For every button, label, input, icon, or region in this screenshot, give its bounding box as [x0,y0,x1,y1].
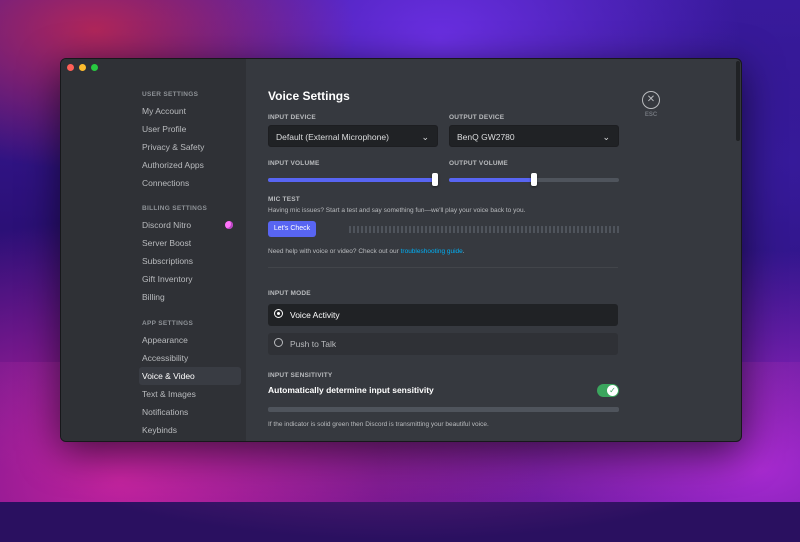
input-device-select[interactable]: Default (External Microphone) ⌄ [268,125,438,147]
radio-push-to-talk[interactable]: Push to Talk [268,333,618,355]
billing-settings-group: BILLING SETTINGS Discord Nitro Server Bo… [139,202,241,306]
sidebar-header-billing-settings: BILLING SETTINGS [142,205,208,212]
output-volume-fill [449,178,534,182]
help-text-prefix: Need help with voice or video? Check out… [268,248,401,255]
radio-voice-activity[interactable]: Voice Activity [268,304,618,326]
sidebar-item-discord-nitro[interactable]: Discord Nitro [139,216,241,234]
auto-sensitivity-title: Automatically determine input sensitivit… [268,385,434,395]
sidebar-item-text-images[interactable]: Text & Images [139,385,241,403]
input-volume-slider[interactable] [268,173,438,186]
output-volume-label: OUTPUT VOLUME [449,160,508,167]
auto-sensitivity-toggle[interactable]: ✓ [597,384,619,397]
radio-unchecked-icon [274,338,283,347]
sidebar-item-server-boost[interactable]: Server Boost [139,234,241,252]
input-volume-label: INPUT VOLUME [268,160,320,167]
input-device-label: INPUT DEVICE [268,114,316,121]
close-settings[interactable]: ✕ ESC [640,91,662,118]
zoom-window-button[interactable] [91,64,98,71]
sidebar-item-connections[interactable]: Connections [139,174,241,192]
settings-window: USER SETTINGS My Account User Profile Pr… [60,58,742,442]
sidebar-item-authorized-apps[interactable]: Authorized Apps [139,156,241,174]
app-settings-group: APP SETTINGS Appearance Accessibility Vo… [139,317,241,439]
mic-test-description: Having mic issues? Start a test and say … [268,207,526,214]
sensitivity-indicator-bar [268,407,619,412]
section-divider [268,267,618,268]
sidebar-item-appearance[interactable]: Appearance [139,331,241,349]
troubleshooting-guide-link[interactable]: troubleshooting guide [401,248,463,255]
sensitivity-note: If the indicator is solid green then Dis… [268,421,489,428]
output-device-label: OUTPUT DEVICE [449,114,505,121]
sidebar-item-user-profile[interactable]: User Profile [139,120,241,138]
output-device-select[interactable]: BenQ GW2780 ⌄ [449,125,619,147]
input-sensitivity-label: INPUT SENSITIVITY [268,372,333,379]
minimize-window-button[interactable] [79,64,86,71]
mic-test-label: MIC TEST [268,196,300,203]
chevron-down-icon: ⌄ [602,132,610,142]
user-settings-group: USER SETTINGS My Account User Profile Pr… [139,88,241,192]
sidebar-item-gift-inventory[interactable]: Gift Inventory [139,270,241,288]
chevron-down-icon: ⌄ [421,132,429,142]
input-device-value: Default (External Microphone) [276,132,389,142]
page-title: Voice Settings [268,89,350,103]
esc-label: ESC [644,112,658,118]
sidebar-item-voice-video[interactable]: Voice & Video [139,367,241,385]
sidebar-item-my-account[interactable]: My Account [139,102,241,120]
output-volume-handle[interactable] [531,173,537,186]
settings-sidebar: USER SETTINGS My Account User Profile Pr… [61,59,246,441]
output-device-value: BenQ GW2780 [457,132,515,142]
sidebar-item-accessibility[interactable]: Accessibility [139,349,241,367]
sidebar-header-user-settings: USER SETTINGS [142,91,199,98]
sidebar-item-label: Discord Nitro [142,220,192,230]
sidebar-item-keybinds[interactable]: Keybinds [139,421,241,439]
lets-check-button[interactable]: Let's Check [268,221,316,237]
sidebar-item-notifications[interactable]: Notifications [139,403,241,421]
check-icon: ✓ [607,385,618,396]
mic-level-meter [349,226,619,233]
settings-content: Voice Settings INPUT DEVICE Default (Ext… [246,59,741,441]
window-controls [67,64,98,71]
sidebar-item-billing[interactable]: Billing [139,288,241,306]
input-mode-label: INPUT MODE [268,290,311,297]
sidebar-item-subscriptions[interactable]: Subscriptions [139,252,241,270]
nitro-icon [225,221,233,229]
input-volume-handle[interactable] [432,173,438,186]
input-volume-fill [268,178,438,182]
sidebar-item-privacy-safety[interactable]: Privacy & Safety [139,138,241,156]
content-scrollbar[interactable] [736,61,740,141]
close-window-button[interactable] [67,64,74,71]
sidebar-header-app-settings: APP SETTINGS [142,320,194,327]
help-text: Need help with voice or video? Check out… [268,248,465,255]
radio-label: Voice Activity [290,310,340,320]
help-text-suffix: . [462,248,465,255]
radio-label: Push to Talk [290,339,337,349]
close-icon[interactable]: ✕ [642,91,660,109]
radio-checked-icon [274,309,283,318]
output-volume-slider[interactable] [449,173,619,186]
